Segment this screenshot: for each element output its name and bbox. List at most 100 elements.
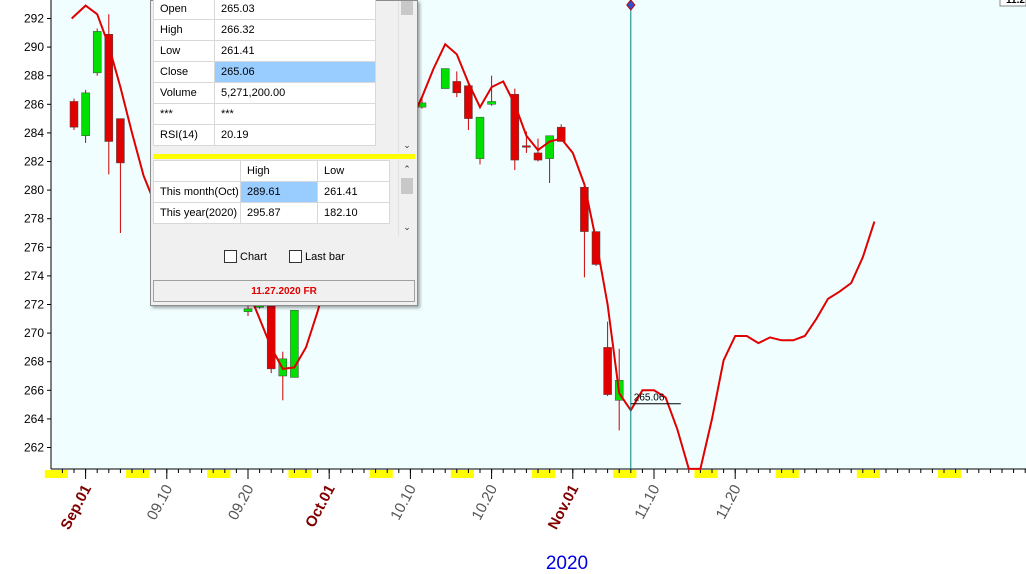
- candle-down: [69, 101, 79, 128]
- ohlc-value: 265.06: [214, 61, 376, 83]
- ohlc-row: Close 265.06: [153, 61, 376, 83]
- ohlc-label: High: [153, 19, 215, 41]
- range-header-low: Low: [317, 160, 390, 182]
- y-tick-label: 274: [24, 269, 44, 283]
- candle-up: [92, 31, 102, 74]
- scroll-thumb[interactable]: [401, 1, 413, 15]
- range-month-low: 261.41: [317, 181, 390, 203]
- y-tick-label: 290: [24, 40, 44, 54]
- chart-checkbox[interactable]: Chart: [224, 250, 267, 263]
- range-header-high: High: [240, 160, 318, 182]
- ohlc-row: *** ***: [153, 103, 376, 125]
- ohlc-value: 261.41: [214, 40, 376, 62]
- year-label: 2020: [546, 553, 588, 574]
- week-marker: [207, 470, 231, 478]
- candle-up: [545, 135, 554, 159]
- ohlc-label: Low: [153, 40, 215, 62]
- candle-up: [81, 92, 90, 137]
- week-marker: [694, 470, 718, 478]
- candle-down: [452, 81, 462, 94]
- chart-checkbox-label: Chart: [240, 250, 267, 263]
- candle-down: [533, 152, 543, 161]
- week-marker: [775, 470, 799, 478]
- candle-down: [522, 145, 531, 148]
- ohlc-value: 265.03: [214, 0, 376, 20]
- info-panel[interactable]: Open 265.03 High 266.32 Low 261.41 Close 265.06…: [150, 0, 418, 306]
- x-tick-label: Oct.01: [302, 482, 339, 530]
- candle-up: [243, 308, 253, 312]
- ohlc-row: RSI(14) 20.19: [153, 124, 376, 146]
- ohlc-scrollbar[interactable]: ⌄: [398, 1, 415, 153]
- range-table: High Low This month(Oct) 289.61 261.41 T…: [153, 160, 390, 224]
- ohlc-value: 5,271,200.00: [214, 82, 376, 104]
- x-tick-label: 10.10: [387, 482, 420, 523]
- range-year-high: 295.87: [240, 202, 318, 224]
- y-tick-label: 264: [24, 412, 44, 426]
- y-tick-label: 282: [24, 155, 44, 169]
- ohlc-value: ***: [214, 103, 376, 125]
- date-label: 11.27.2020 FR: [153, 280, 415, 302]
- week-marker: [288, 470, 312, 478]
- ohlc-label: ***: [153, 103, 215, 125]
- ohlc-label: RSI(14): [153, 124, 215, 146]
- y-axis: 262 264 266 268 270 272 274 276 278 280 282 284 286 2…: [24, 0, 52, 469]
- ohlc-value: 266.32: [214, 19, 376, 41]
- ohlc-row: High 266.32: [153, 19, 376, 41]
- ohlc-table: Open 265.03 High 266.32 Low 261.41 Close 265.06…: [153, 0, 376, 146]
- range-scrollbar[interactable]: ⌃ ⌄: [398, 160, 415, 236]
- range-month-high: 289.61: [240, 181, 318, 203]
- y-tick-label: 288: [24, 69, 44, 83]
- week-marker: [856, 470, 880, 478]
- panel-separator: [153, 154, 415, 159]
- ohlc-label: Volume: [153, 82, 215, 104]
- candle-down: [104, 33, 114, 142]
- y-tick-label: 270: [24, 326, 44, 340]
- range-label-month: This month(Oct): [153, 181, 241, 203]
- ohlc-label: Open: [153, 0, 215, 20]
- week-marker: [532, 470, 556, 478]
- week-marker: [450, 470, 474, 478]
- candle-up: [440, 68, 450, 89]
- y-tick-label: 292: [24, 12, 44, 26]
- week-marker: [613, 470, 637, 478]
- y-tick-label: 268: [24, 355, 44, 369]
- y-tick-label: 284: [24, 126, 44, 140]
- last-close-label: 265.06: [634, 393, 665, 404]
- range-year-low: 182.10: [317, 202, 390, 224]
- y-tick-label: 286: [24, 97, 44, 111]
- x-tick-label: 10.20: [468, 482, 501, 523]
- y-tick-label: 262: [24, 441, 44, 455]
- week-marker: [126, 470, 150, 478]
- lastbar-checkbox-label: Last bar: [305, 250, 345, 263]
- candle-down: [116, 118, 125, 164]
- checkbox-icon[interactable]: [289, 250, 302, 263]
- range-scroll-thumb[interactable]: [401, 178, 413, 194]
- scroll-down-icon[interactable]: ⌄: [399, 138, 415, 152]
- x-tick-label: Nov.01: [545, 482, 583, 532]
- x-tick-label: 11.20: [713, 482, 745, 522]
- ohlc-value: 20.19: [214, 124, 376, 146]
- ohlc-row: Volume 5,271,200.00: [153, 82, 376, 104]
- week-marker: [938, 470, 962, 478]
- y-tick-label: 278: [24, 212, 44, 226]
- x-tick-label: Sep.01: [57, 482, 95, 533]
- candle-down: [603, 347, 612, 395]
- lastbar-checkbox[interactable]: Last bar: [289, 250, 345, 263]
- y-tick-label: 276: [24, 240, 44, 254]
- range-scroll-down-icon[interactable]: ⌄: [399, 220, 415, 234]
- scroll-up-icon[interactable]: ⌃: [399, 162, 415, 176]
- candle-up: [475, 116, 485, 159]
- x-tick-label: 09.10: [144, 482, 177, 523]
- x-axis: Sep.01 09.10 09.20 Oct.01 10.10 10.20 Nov.01 11…: [44, 468, 1026, 533]
- candle-up: [487, 101, 496, 105]
- checkbox-icon[interactable]: [224, 250, 237, 263]
- y-tick-label: 266: [24, 383, 44, 397]
- ohlc-row: Low 261.41: [153, 40, 376, 62]
- range-label-year: This year(2020): [153, 202, 241, 224]
- y-tick-label: 280: [24, 183, 44, 197]
- week-marker: [44, 470, 68, 478]
- ohlc-row: Open 265.03: [153, 0, 376, 20]
- ohlc-label: Close: [153, 61, 215, 83]
- y-tick-label: 272: [24, 298, 44, 312]
- corner-label: 11.2: [1006, 0, 1025, 6]
